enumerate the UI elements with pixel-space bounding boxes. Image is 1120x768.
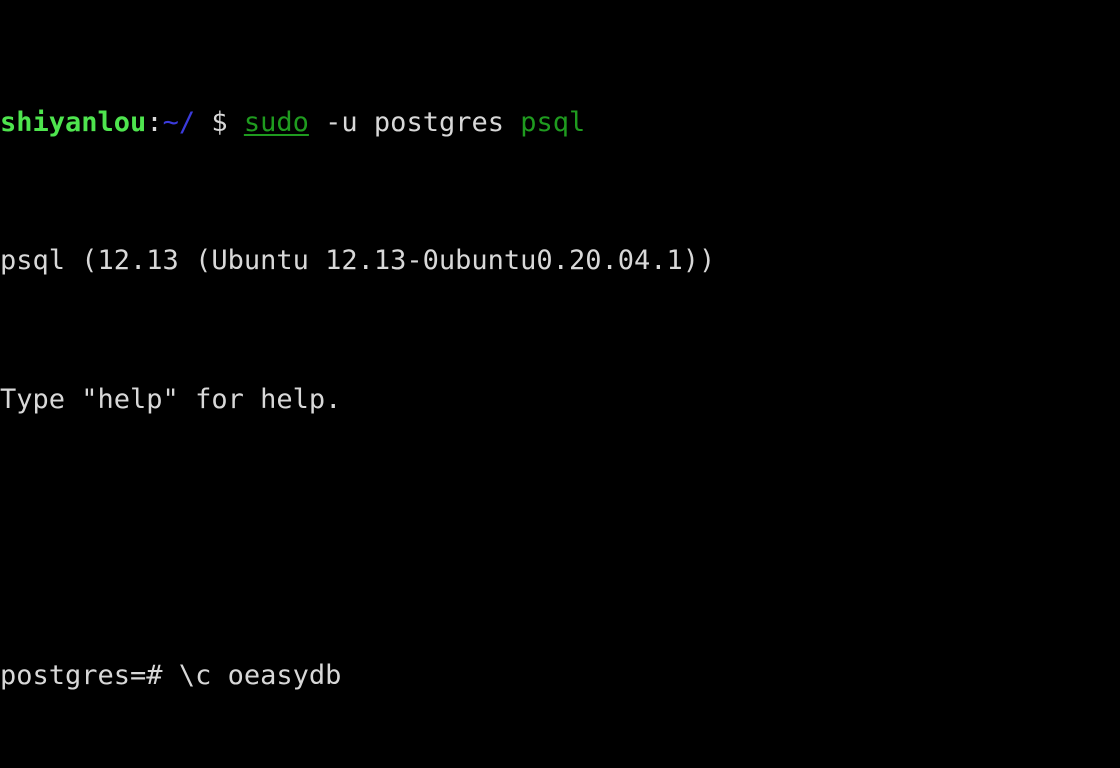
prompt-path: ~/ bbox=[162, 106, 196, 138]
prompt-dollar: $ bbox=[195, 106, 244, 138]
terminal-line-blank-1 bbox=[0, 521, 1120, 556]
command-psql: psql bbox=[520, 106, 586, 138]
prompt-username: shiyanlou bbox=[0, 106, 147, 138]
command-sudo-args: -u postgres bbox=[308, 106, 521, 138]
terminal-line-command-sudo-psql: shiyanlou:~/ $ sudo -u postgres psql bbox=[0, 106, 1120, 141]
terminal-window[interactable]: shiyanlou:~/ $ sudo -u postgres psql psq… bbox=[0, 0, 1120, 768]
terminal-line-prompt-connect: postgres=# \c oeasydb bbox=[0, 660, 342, 692]
terminal-line-psql-version: psql (12.13 (Ubuntu 12.13-0ubuntu0.20.04… bbox=[0, 245, 716, 277]
prompt-colon: : bbox=[146, 106, 163, 138]
terminal-line-help-hint: Type "help" for help. bbox=[0, 383, 342, 415]
command-sudo: sudo bbox=[243, 106, 309, 138]
